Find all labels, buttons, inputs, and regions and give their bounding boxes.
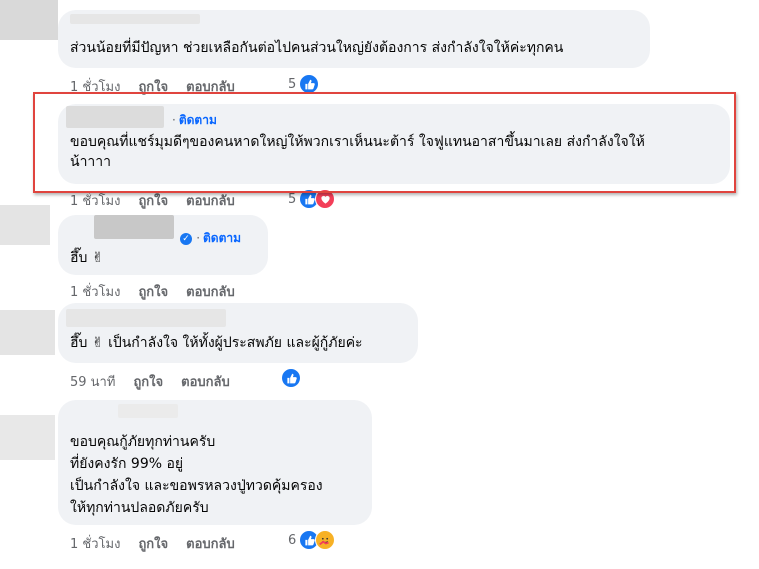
comment-actions: 59 นาที ถูกใจ ตอบกลับ	[70, 371, 230, 392]
reaction-count: 5	[288, 76, 297, 92]
reply-link[interactable]: ตอบกลับ	[186, 190, 235, 211]
highlight-box	[33, 92, 736, 193]
comment-actions: 1 ชั่วโมง ถูกใจ ตอบกลับ	[70, 281, 235, 302]
comment-bubble: ✓ · ติดตาม ฮึ๊บ ✌	[58, 215, 268, 275]
like-link[interactable]: ถูกใจ	[138, 533, 168, 554]
commenter-name[interactable]	[66, 309, 226, 327]
reaction-summary[interactable]: 5	[288, 74, 320, 94]
avatar[interactable]	[0, 310, 55, 355]
comment-time[interactable]: 1 ชั่วโมง	[70, 533, 120, 554]
comment-bubble: ส่วนน้อยที่มีปัญหา ช่วยเหลือกันต่อไปคนส่…	[58, 10, 650, 68]
commenter-name[interactable]	[94, 215, 174, 239]
reply-link[interactable]: ตอบกลับ	[181, 371, 230, 392]
comment-time[interactable]: 1 ชั่วโมง	[70, 190, 120, 211]
comment-text: ฮึ๊บ ✌	[70, 250, 104, 266]
avatar[interactable]	[0, 205, 50, 245]
like-link[interactable]: ถูกใจ	[133, 371, 163, 392]
comment-actions: 1 ชั่วโมง ถูกใจ ตอบกลับ	[70, 190, 235, 211]
comment-actions: 1 ชั่วโมง ถูกใจ ตอบกลับ	[70, 533, 235, 554]
reply-link[interactable]: ตอบกลับ	[186, 281, 235, 302]
comment-time[interactable]: 1 ชั่วโมง	[70, 281, 120, 302]
verified-badge-icon: ✓	[180, 232, 192, 245]
like-link[interactable]: ถูกใจ	[138, 281, 168, 302]
comment-text: ฮึ๊บ ✌ เป็นกำลังใจ ให้ทั้งผู้ประสพภัย แล…	[70, 335, 363, 351]
reply-link[interactable]: ตอบกลับ	[186, 533, 235, 554]
reaction-summary[interactable]: 6	[288, 530, 336, 550]
reaction-count: 6	[288, 532, 297, 548]
comment-text: ขอบคุณกู้ภัยทุกท่านครับ ที่ยังคงรัก 99% …	[70, 434, 323, 516]
commenter-name[interactable]	[70, 14, 200, 24]
thumbs-up-icon	[281, 368, 301, 388]
like-link[interactable]: ถูกใจ	[138, 190, 168, 211]
comment-time[interactable]: 59 นาที	[70, 371, 115, 392]
care-emoji-icon	[315, 530, 336, 550]
reaction-count: 5	[288, 191, 297, 207]
comment-bubble: ฮึ๊บ ✌ เป็นกำลังใจ ให้ทั้งผู้ประสพภัย แล…	[58, 303, 418, 363]
commenter-name[interactable]	[118, 404, 178, 418]
comment-bubble: ขอบคุณกู้ภัยทุกท่านครับ ที่ยังคงรัก 99% …	[58, 400, 372, 525]
avatar[interactable]	[0, 0, 58, 40]
reaction-summary[interactable]	[281, 368, 301, 388]
avatar[interactable]	[0, 415, 55, 460]
thumbs-up-icon	[299, 74, 320, 94]
follow-link[interactable]: ✓ · ติดตาม	[180, 229, 241, 248]
comment-text: ส่วนน้อยที่มีปัญหา ช่วยเหลือกันต่อไปคนส่…	[70, 40, 564, 56]
